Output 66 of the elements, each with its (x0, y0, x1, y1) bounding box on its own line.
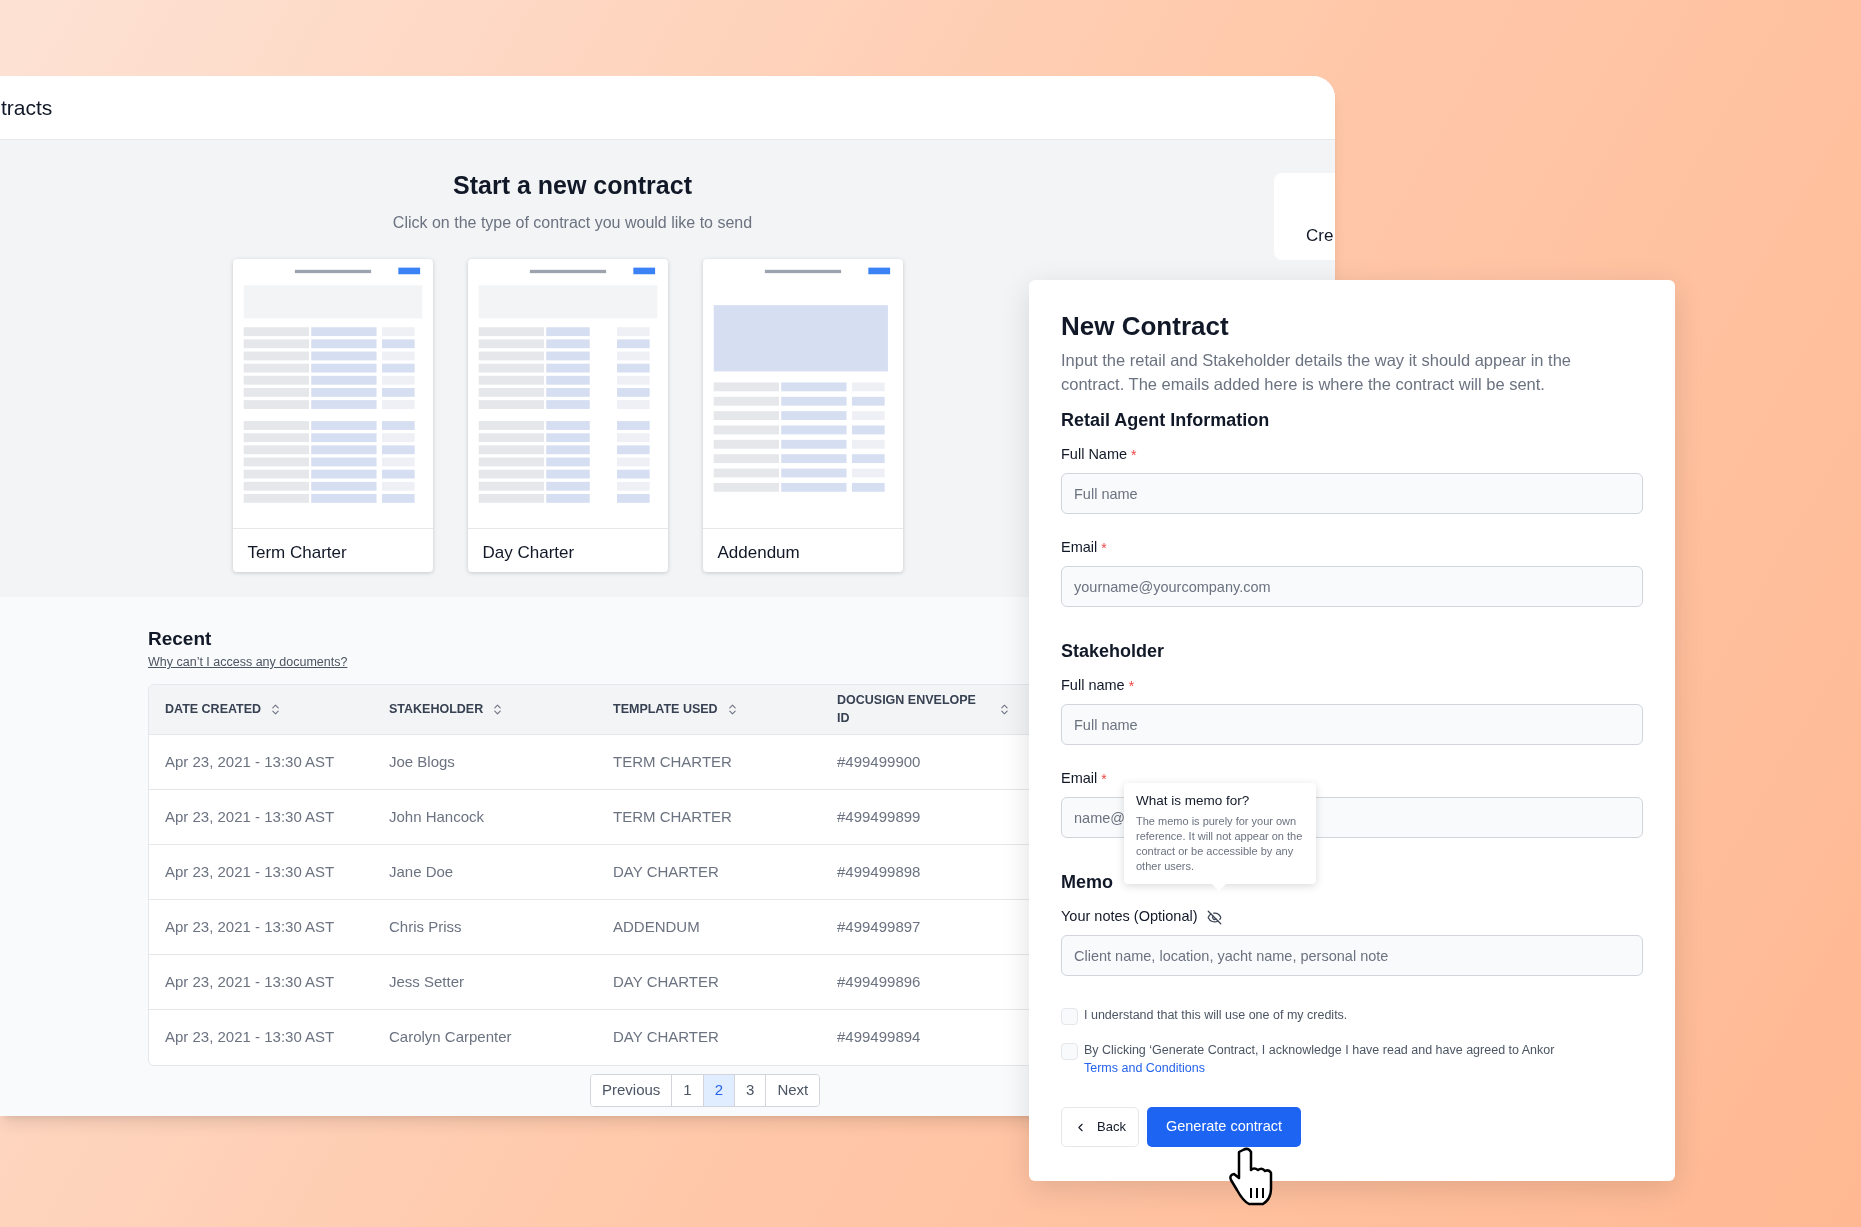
table-cell-text: #499499899 (836, 806, 922, 827)
table-cell-text: #499499896 (836, 971, 922, 992)
eye-off-icon[interactable] (1206, 909, 1222, 925)
table-cell-text: #499499894 (836, 1027, 922, 1047)
page-button[interactable]: 2 (702, 1074, 735, 1106)
field-label: Email (1061, 769, 1098, 789)
table-cell-text: Carolyn Carpenter (388, 1027, 513, 1047)
table-cell-text: #499499900 (836, 751, 922, 772)
checkbox[interactable] (1061, 1043, 1078, 1060)
recent-heading: Recent (148, 627, 212, 651)
form-title: New Contract (1061, 310, 1230, 342)
table-cell-text: TERM CHARTER (612, 806, 733, 827)
form-section-heading: Stakeholder (1061, 640, 1166, 663)
checkbox-label: I understand that this will use one of my credits. (1084, 1007, 1348, 1024)
required-asterisk: * (1101, 538, 1107, 558)
form-section-heading: Memo (1061, 871, 1114, 894)
side-card[interactable]: Cre (1274, 173, 1335, 260)
back-button[interactable]: Back (1061, 1107, 1139, 1147)
table-cell-text: Apr 23, 2021 - 13:30 AST (164, 806, 336, 827)
template-card[interactable]: Addendum (702, 258, 903, 572)
checkbox[interactable] (1061, 1008, 1078, 1025)
table-cell-text: ADDENDUM (612, 916, 701, 937)
table-cell-text: Jess Setter (388, 971, 466, 992)
input-field[interactable]: yourname@yourcompany.com (1061, 566, 1643, 607)
field-label: Full name (1061, 676, 1125, 696)
required-asterisk: * (1128, 676, 1135, 696)
section-heading: Start a new contract (453, 170, 692, 201)
table-cell-text: Chris Priss (388, 916, 463, 937)
section-subtitle: Click on the type of contract you would like to send (392, 212, 753, 233)
sort-icon (998, 702, 1011, 716)
generate-contract-button[interactable]: Generate contract (1146, 1107, 1301, 1147)
table-cell-text: DAY CHARTER (612, 971, 720, 992)
table-cell-text: #499499898 (836, 861, 922, 882)
field-label: Full Name (1061, 445, 1128, 465)
help-link[interactable]: Why can’t I access any documents? (148, 653, 348, 672)
table-cell-text: Apr 23, 2021 - 13:30 AST (164, 751, 336, 772)
input-field[interactable]: Full name (1061, 704, 1643, 745)
required-asterisk: * (1131, 445, 1137, 465)
table-cell-text: TERM CHARTER (612, 751, 733, 772)
form-description: Input the retail and Stakeholder details the way it should appear in the contract. The emails added here is where the contract will be sent. (1061, 350, 1572, 395)
table-cell-text: Apr 23, 2021 - 13:30 AST (164, 916, 336, 937)
field-label: Your notes (Optional) (1061, 907, 1198, 927)
column-header[interactable]: DOCUSIGN ENVELOPE ID (821, 690, 1011, 728)
template-card[interactable]: Term Charter (232, 258, 433, 572)
table-cell-text: Apr 23, 2021 - 13:30 AST (164, 1027, 336, 1047)
required-asterisk: * (1101, 769, 1107, 789)
input-field[interactable]: Full name (1061, 473, 1643, 514)
table-cell-text: John Hancock (388, 806, 486, 827)
table-cell-text: DAY CHARTER (612, 861, 720, 882)
table-cell-text: Apr 23, 2021 - 13:30 AST (164, 861, 336, 882)
column-header[interactable]: DATE CREATED (149, 699, 373, 719)
column-header[interactable]: TEMPLATE USED (597, 699, 821, 719)
checkbox-label: By Clicking ‘Generate Contract, I acknowledge I have read and have agreed to Ankor Terms and Conditions (1084, 1042, 1556, 1077)
table-cell-text: Jane Doe (388, 861, 455, 882)
table-cell-text: Apr 23, 2021 - 13:30 AST (164, 971, 336, 992)
window-title: tracts (1, 94, 53, 121)
column-header[interactable]: STAKEHOLDER (373, 699, 597, 719)
template-card[interactable]: Day Charter (467, 258, 668, 572)
page-button[interactable]: Next (765, 1074, 820, 1106)
form-section-heading: Retail Agent Information (1061, 409, 1271, 432)
table-cell-text: DAY CHARTER (612, 1027, 720, 1047)
table-cell-text: Joe Blogs (388, 751, 456, 772)
terms-link[interactable]: Terms and Conditions (1084, 1061, 1205, 1075)
input-field[interactable]: Client name, location, yacht name, personal note (1061, 935, 1643, 976)
field-label: Email (1061, 538, 1098, 558)
table-cell-text: #499499897 (836, 916, 922, 937)
